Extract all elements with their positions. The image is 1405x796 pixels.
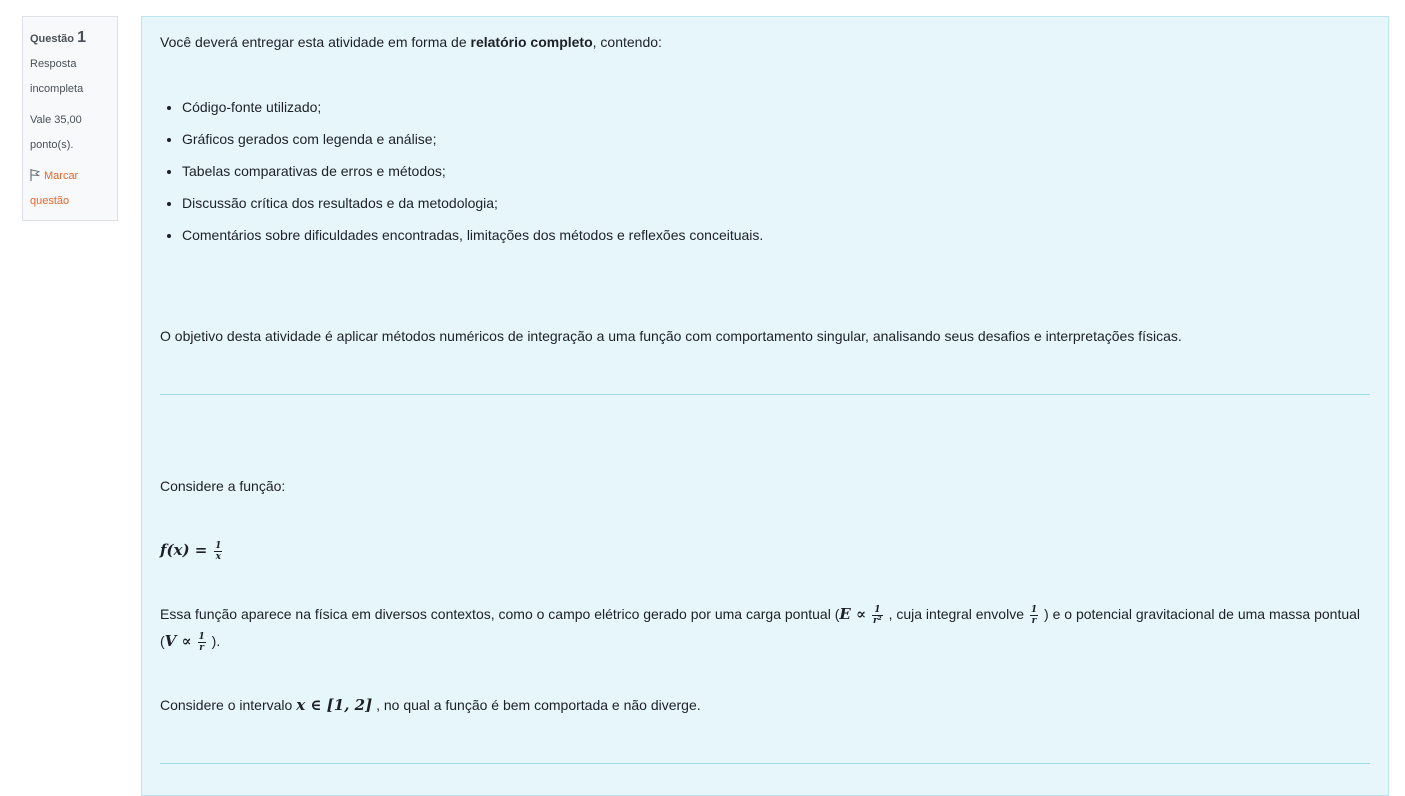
fraction: 1r <box>197 631 206 653</box>
question-info-panel: Questão 1 Resposta incompleta Vale 35,00… <box>22 16 118 221</box>
question-grade: Vale 35,00 ponto(s). <box>30 114 82 151</box>
intro-paragraph: Você deverá entregar esta atividade em f… <box>160 34 662 50</box>
function-formula: f(x) = 1x <box>160 540 223 562</box>
fraction: 1x <box>214 540 223 562</box>
fraction: 1r <box>1029 604 1039 626</box>
divider <box>160 763 1370 764</box>
list-item: Código-fonte utilizado; <box>182 91 763 123</box>
consider-function-label: Considere a função: <box>160 478 286 494</box>
list-item: Tabelas comparativas de erros e métodos; <box>182 155 763 187</box>
question-number: Questão 1 <box>30 29 86 46</box>
requirements-list: Código-fonte utilizado; Gráficos gerados… <box>160 91 763 251</box>
flag-question-link[interactable]: Marcar questão <box>30 164 110 214</box>
question-text: Você deverá entregar esta atividade em f… <box>141 16 1389 796</box>
divider <box>160 394 1370 395</box>
list-item: Comentários sobre dificuldades encontrad… <box>182 219 763 251</box>
intro-emphasis: relatório completo <box>470 34 593 50</box>
fraction: 1 r² <box>872 604 883 626</box>
flag-icon <box>30 169 40 181</box>
objective-paragraph: O objetivo desta atividade é aplicar mét… <box>160 328 1182 344</box>
question-status: Resposta incompleta <box>30 58 84 95</box>
list-item: Discussão crítica dos resultados e da me… <box>182 187 763 219</box>
list-item: Gráficos gerados com legenda e análise; <box>182 123 763 155</box>
physics-context-paragraph: Essa função aparece na física em diverso… <box>160 604 1361 653</box>
interval-paragraph: Considere o intervalo x ∈ [1, 2] , no qu… <box>160 696 701 714</box>
